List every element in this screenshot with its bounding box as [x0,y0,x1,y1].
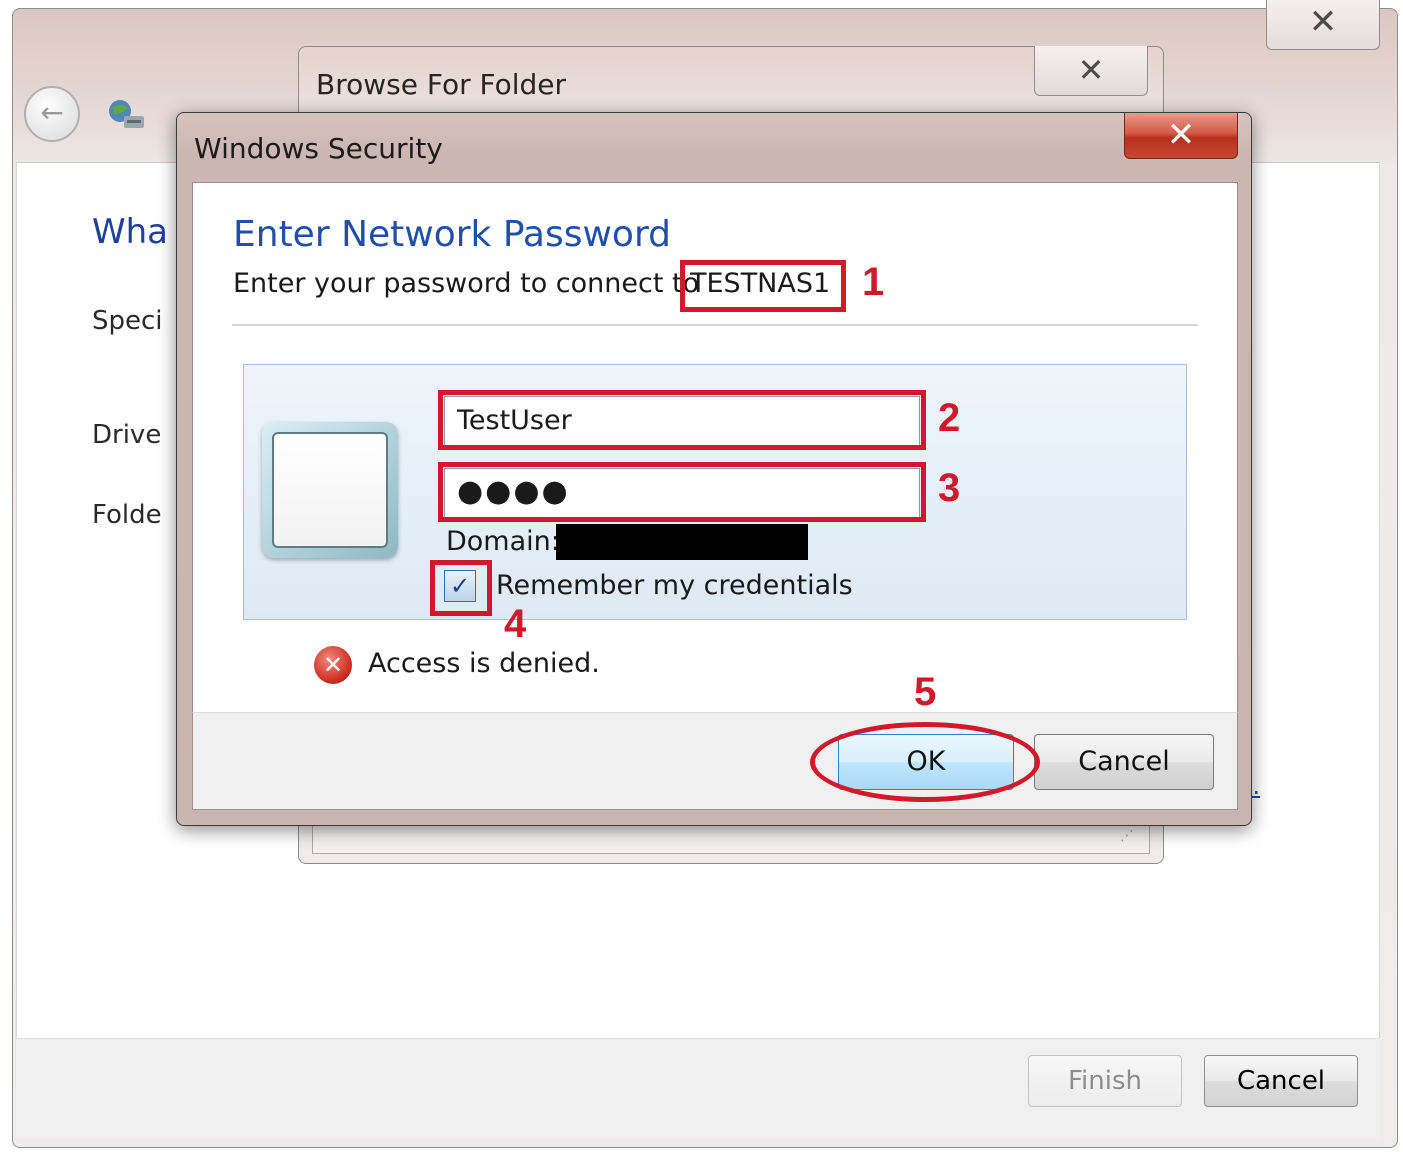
close-icon: ✕ [1308,2,1338,42]
divider [232,324,1198,326]
annotation-number-5: 5 [914,670,937,714]
error-icon: ✕ [314,646,352,684]
wizard-heading: Wha [92,212,169,252]
security-instruction: Enter your password to connect to [233,268,700,299]
security-close-button[interactable]: ✕ [1124,113,1238,159]
annotation-number-3: 3 [938,466,961,510]
browse-dialog-title: Browse For Folder [316,68,567,101]
annotation-box-server [680,260,846,312]
annotation-number-1: 1 [862,260,885,304]
finish-button[interactable]: Finish [1028,1055,1182,1107]
annotation-box-username [438,390,926,450]
back-arrow-icon: ← [40,96,64,129]
wizard-folder-label: Folde [92,500,162,530]
security-heading: Enter Network Password [233,214,671,255]
annotation-box-password [438,462,926,522]
wizard-drive-label: Drive [92,420,162,450]
close-icon: ✕ [1077,51,1105,89]
annotation-number-4: 4 [504,602,527,646]
user-tile-frame [272,432,388,548]
wizard-cancel-button[interactable]: Cancel [1204,1055,1358,1107]
wizard-close-button[interactable]: ✕ [1266,0,1380,50]
browse-close-button[interactable]: ✕ [1034,46,1148,96]
resize-grip-icon[interactable]: ⋰ [1120,828,1134,844]
network-drive-icon [109,100,144,128]
annotation-number-2: 2 [938,396,961,440]
annotation-ellipse-ok [810,722,1040,802]
security-dialog-title: Windows Security [194,132,443,165]
error-icon-glyph: ✕ [322,651,344,679]
close-icon: ✕ [1166,115,1196,155]
annotation-box-checkbox [430,560,492,616]
remember-credentials-label[interactable]: Remember my credentials [496,570,853,601]
error-message: Access is denied. [368,648,600,679]
domain-label: Domain: [446,526,560,557]
back-button[interactable]: ← [24,86,80,142]
wizard-specify-text: Speci [92,306,163,336]
cancel-button[interactable]: Cancel [1034,734,1214,790]
domain-redaction [556,524,808,560]
